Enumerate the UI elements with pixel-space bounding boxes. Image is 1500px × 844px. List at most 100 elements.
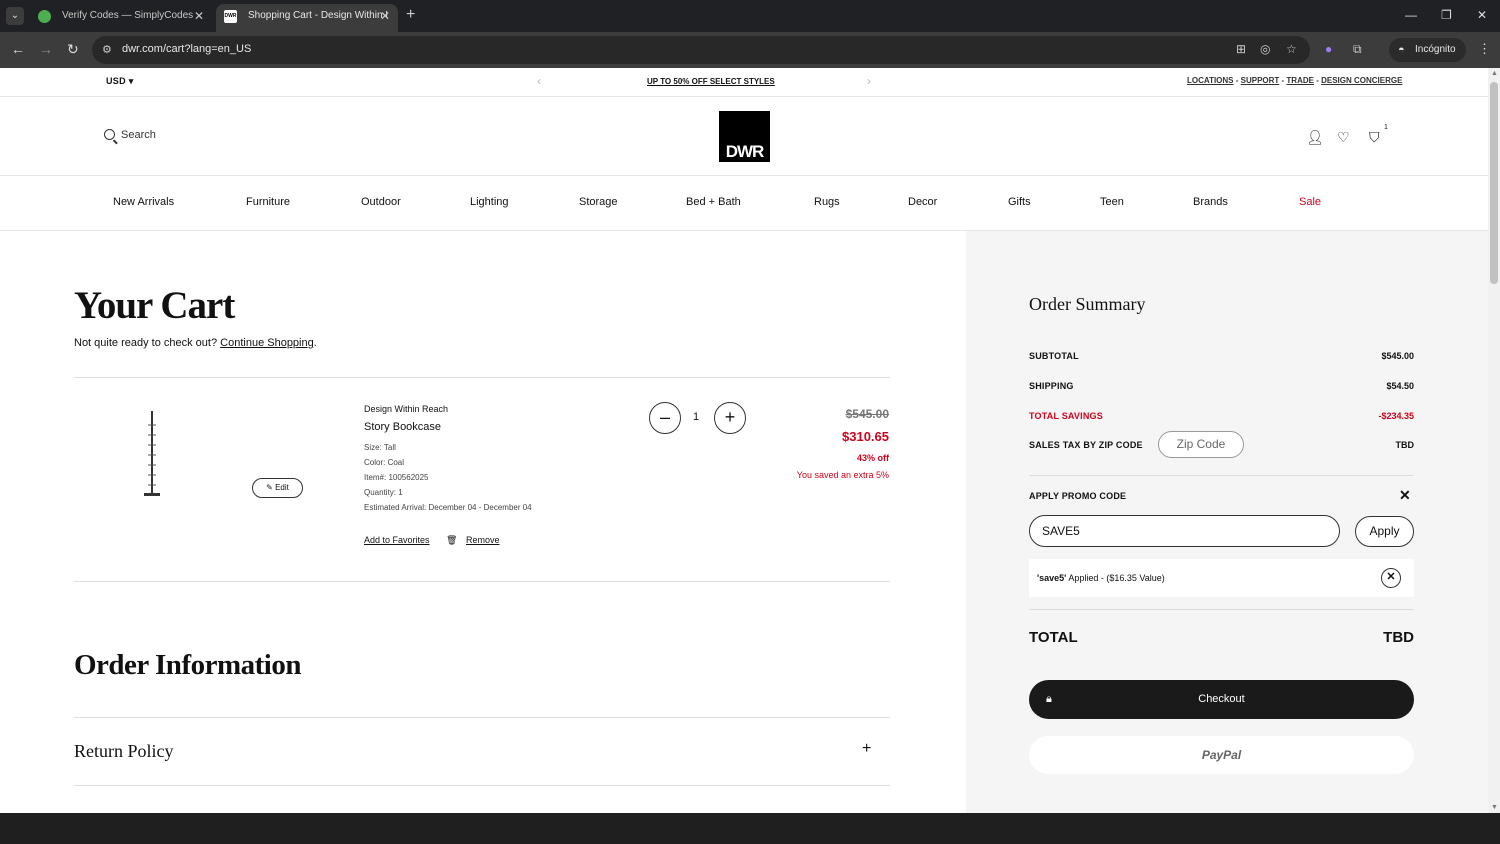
product-item-number: Item#: 100562025 (364, 473, 429, 482)
nav-rugs[interactable]: Rugs (814, 196, 840, 208)
paypal-logo: PayPal (1201, 748, 1242, 762)
nav-new-arrivals[interactable]: New Arrivals (113, 196, 174, 208)
page-scrollbar[interactable]: ▲ ▼ (1488, 68, 1500, 813)
tracking-eye-icon[interactable]: ◎ (1260, 42, 1270, 56)
window-bottom-edge (0, 813, 1500, 844)
shipping-label: SHIPPING (1029, 381, 1074, 391)
dwr-logo[interactable]: DWR (719, 111, 770, 162)
divider (1029, 475, 1414, 476)
browser-tab-simplycodes[interactable]: Verify Codes — SimplyCodes ✕ (30, 4, 212, 32)
close-window-icon[interactable]: ✕ (1477, 8, 1487, 22)
extra-savings-note: You saved an extra 5% (796, 470, 889, 480)
remove-link[interactable]: Remove (466, 535, 500, 545)
add-to-favorites-link[interactable]: Add to Favorites (364, 535, 430, 545)
search-icon (104, 129, 115, 140)
scroll-up-icon[interactable]: ▲ (1491, 70, 1498, 77)
return-policy-accordion[interactable]: Return Policy (74, 741, 174, 762)
site-info-icon[interactable]: ⚙ (102, 43, 112, 56)
trade-link[interactable]: TRADE (1286, 76, 1314, 85)
scroll-down-icon[interactable]: ▼ (1491, 804, 1498, 811)
nav-teen[interactable]: Teen (1100, 196, 1124, 208)
tab-search-button[interactable]: ⌄ (6, 7, 24, 25)
close-promo-icon[interactable]: ✕ (1399, 487, 1411, 504)
extension-icon[interactable]: ● (1325, 42, 1332, 56)
browser-tab-dwr-cart[interactable]: DWR Shopping Cart - Design Within I ✕ (216, 4, 398, 32)
incognito-profile-button[interactable]: ◓ Incógnito (1389, 38, 1466, 62)
checkout-button[interactable]: 🔒︎ Checkout (1029, 680, 1414, 719)
product-name[interactable]: Story Bookcase (364, 421, 441, 433)
divider (74, 785, 890, 786)
url-text[interactable]: dwr.com/cart?lang=en_US (122, 43, 251, 55)
sales-tax-label: SALES TAX BY ZIP CODE (1029, 440, 1143, 450)
scrollbar-thumb[interactable] (1490, 82, 1498, 284)
nav-gifts[interactable]: Gifts (1008, 196, 1031, 208)
new-tab-button[interactable]: + (406, 6, 415, 24)
browser-tab-strip: ⌄ Verify Codes — SimplyCodes ✕ DWR Shopp… (0, 0, 1500, 32)
nav-storage[interactable]: Storage (579, 196, 618, 208)
cart-bag-icon[interactable]: ⛉ (1369, 129, 1380, 146)
order-information-title: Order Information (74, 649, 301, 681)
promo-next-icon[interactable]: › (867, 74, 871, 88)
trash-icon[interactable]: 🗑︎ (446, 535, 457, 545)
cart-section: Your Cart Not quite ready to check out? … (0, 231, 966, 813)
currency-label: USD (106, 76, 126, 86)
nav-outdoor[interactable]: Outdoor (361, 196, 401, 208)
divider (74, 581, 890, 582)
tab-title: Shopping Cart - Design Within I (248, 10, 389, 21)
translate-icon[interactable]: ⊞ (1236, 42, 1246, 56)
design-concierge-link[interactable]: DESIGN CONCIERGE (1321, 76, 1402, 85)
account-icon[interactable]: 👤︎ (1306, 129, 1324, 146)
minimize-icon[interactable]: — (1405, 8, 1417, 22)
browser-menu-icon[interactable]: ⋮ (1478, 41, 1491, 57)
nav-furniture[interactable]: Furniture (246, 196, 290, 208)
cart-count-badge: 1 (1384, 124, 1388, 131)
nav-bed-bath[interactable]: Bed + Bath (686, 196, 741, 208)
remove-promo-icon[interactable]: ✕ (1381, 568, 1401, 588)
promo-banner-link[interactable]: UP TO 50% OFF SELECT STYLES (647, 77, 775, 86)
site-header: Search DWR 👤︎ ♡ ⛉ 1 (0, 97, 1488, 176)
close-tab-icon[interactable]: ✕ (380, 4, 390, 28)
product-image[interactable] (142, 411, 162, 497)
incognito-icon: ◓ (1398, 44, 1405, 56)
nav-lighting[interactable]: Lighting (470, 196, 509, 208)
divider (74, 717, 890, 718)
nav-brands[interactable]: Brands (1193, 196, 1228, 208)
support-link[interactable]: SUPPORT (1241, 76, 1280, 85)
continue-shopping-link[interactable]: Continue Shopping (220, 337, 314, 349)
expand-plus-icon[interactable]: + (862, 740, 871, 758)
currency-selector[interactable]: USD ▾ (106, 76, 134, 87)
paypal-button[interactable]: PayPal (1029, 736, 1414, 774)
nav-sale[interactable]: Sale (1299, 196, 1321, 208)
sale-price: $310.65 (842, 429, 889, 444)
favorites-heart-icon[interactable]: ♡ (1337, 129, 1350, 146)
extensions-puzzle-icon[interactable]: ⧉ (1353, 42, 1362, 57)
address-bar[interactable]: ⚙ dwr.com/cart?lang=en_US ⊞ ◎ ☆ (92, 36, 1310, 64)
close-tab-icon[interactable]: ✕ (194, 4, 204, 28)
restore-icon[interactable]: ❐ (1441, 8, 1452, 22)
product-quantity: Quantity: 1 (364, 488, 403, 497)
back-icon[interactable]: ← (11, 41, 25, 57)
promo-prev-icon[interactable]: ‹ (537, 74, 541, 88)
locations-link[interactable]: LOCATIONS (1187, 76, 1234, 85)
browser-toolbar: ← → ↻ ⚙ dwr.com/cart?lang=en_US ⊞ ◎ ☆ ● … (0, 32, 1500, 68)
forward-icon[interactable]: → (39, 41, 53, 57)
zip-code-button[interactable]: Zip Code (1158, 431, 1244, 458)
apply-promo-button[interactable]: Apply (1355, 516, 1414, 547)
product-brand: Design Within Reach (364, 404, 449, 414)
shipping-value: $54.50 (1386, 381, 1414, 391)
promo-code-input[interactable] (1029, 515, 1340, 547)
nav-decor[interactable]: Decor (908, 196, 937, 208)
reload-icon[interactable]: ↻ (67, 41, 79, 58)
lock-icon: 🔒︎ (1046, 693, 1052, 705)
edit-item-button[interactable]: ✎ Edit (252, 478, 303, 498)
decrease-quantity-button[interactable]: – (649, 402, 681, 434)
search-button[interactable]: Search (104, 129, 156, 141)
main-nav: New Arrivals Furniture Outdoor Lighting … (0, 176, 1488, 231)
subtotal-value: $545.00 (1381, 351, 1414, 361)
sales-tax-value: TBD (1395, 440, 1415, 450)
bookmark-star-icon[interactable]: ☆ (1286, 42, 1297, 56)
order-summary: Order Summary SUBTOTAL $545.00 SHIPPING … (966, 231, 1488, 813)
product-color: Color: Coal (364, 458, 405, 467)
search-label: Search (121, 129, 156, 141)
increase-quantity-button[interactable]: + (714, 402, 746, 434)
